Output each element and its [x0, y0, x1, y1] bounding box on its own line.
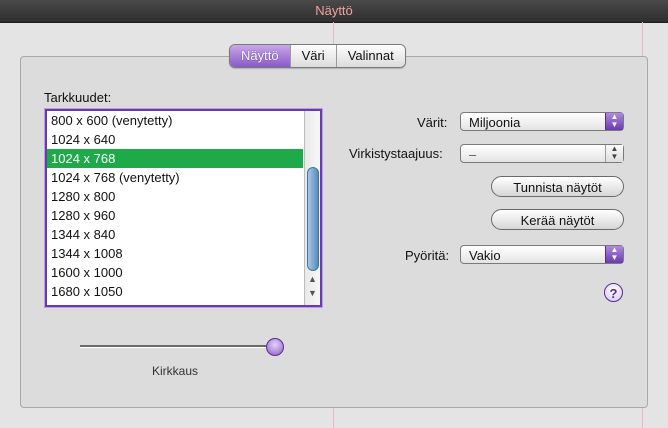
tab-bar: Näyttö Väri Valinnat	[229, 44, 406, 68]
tab-color[interactable]: Väri	[290, 45, 337, 67]
brightness-slider-knob[interactable]	[266, 338, 284, 356]
detect-displays-button[interactable]: Tunnista näytöt	[491, 176, 624, 197]
refresh-rate-value: –	[469, 147, 477, 162]
list-scrollbar[interactable]: ▲ ▼	[304, 111, 320, 305]
list-item[interactable]: 1280 x 960	[47, 206, 303, 225]
resolution-list[interactable]: 800 x 600 (venytetty) 1024 x 640 1024 x …	[45, 109, 322, 307]
colors-popup[interactable]: Miljoonia ▲ ▼	[460, 112, 624, 131]
brightness-label: Kirkkaus	[152, 364, 199, 378]
list-item[interactable]: 1024 x 640	[47, 130, 303, 149]
scroll-down-icon[interactable]: ▼	[308, 288, 317, 298]
list-item[interactable]: 1344 x 840	[47, 225, 303, 244]
gather-windows-button[interactable]: Kerää näytöt	[491, 209, 624, 230]
list-item[interactable]: 1600 x 1000	[47, 263, 303, 282]
chevron-updown-icon: ▲ ▼	[605, 246, 623, 263]
tab-display[interactable]: Näyttö	[230, 45, 291, 67]
help-button[interactable]: ?	[604, 283, 623, 302]
refresh-rate-popup[interactable]: – ▲ ▼	[460, 144, 624, 163]
list-item-selected[interactable]: 1024 x 768	[47, 149, 303, 168]
list-item[interactable]: 1344 x 1008	[47, 244, 303, 263]
rotate-popup[interactable]: Vakio ▲ ▼	[460, 245, 624, 264]
list-item[interactable]: 800 x 600 (venytetty)	[47, 111, 303, 130]
rotate-value: Vakio	[469, 248, 501, 263]
list-item[interactable]: 1680 x 1050	[47, 282, 303, 301]
tab-options[interactable]: Valinnat	[336, 45, 405, 67]
window-title: Näyttö	[315, 3, 353, 18]
window-titlebar[interactable]: Näyttö	[0, 0, 668, 23]
brightness-slider[interactable]	[80, 345, 272, 348]
colors-label: Värit:	[417, 115, 448, 130]
rotate-label: Pyöritä:	[405, 248, 450, 263]
refresh-rate-label: Virkistystaajuus:	[349, 146, 443, 161]
scroll-up-icon[interactable]: ▲	[308, 274, 317, 284]
colors-value: Miljoonia	[469, 115, 521, 130]
scrollbar-thumb[interactable]	[307, 167, 319, 271]
resolutions-label: Tarkkuudet:	[44, 90, 112, 105]
list-item[interactable]: 1280 x 800	[47, 187, 303, 206]
list-item[interactable]: 1024 x 768 (venytetty)	[47, 168, 303, 187]
chevron-updown-icon: ▲ ▼	[605, 113, 623, 130]
chevron-updown-icon: ▲ ▼	[605, 145, 623, 162]
